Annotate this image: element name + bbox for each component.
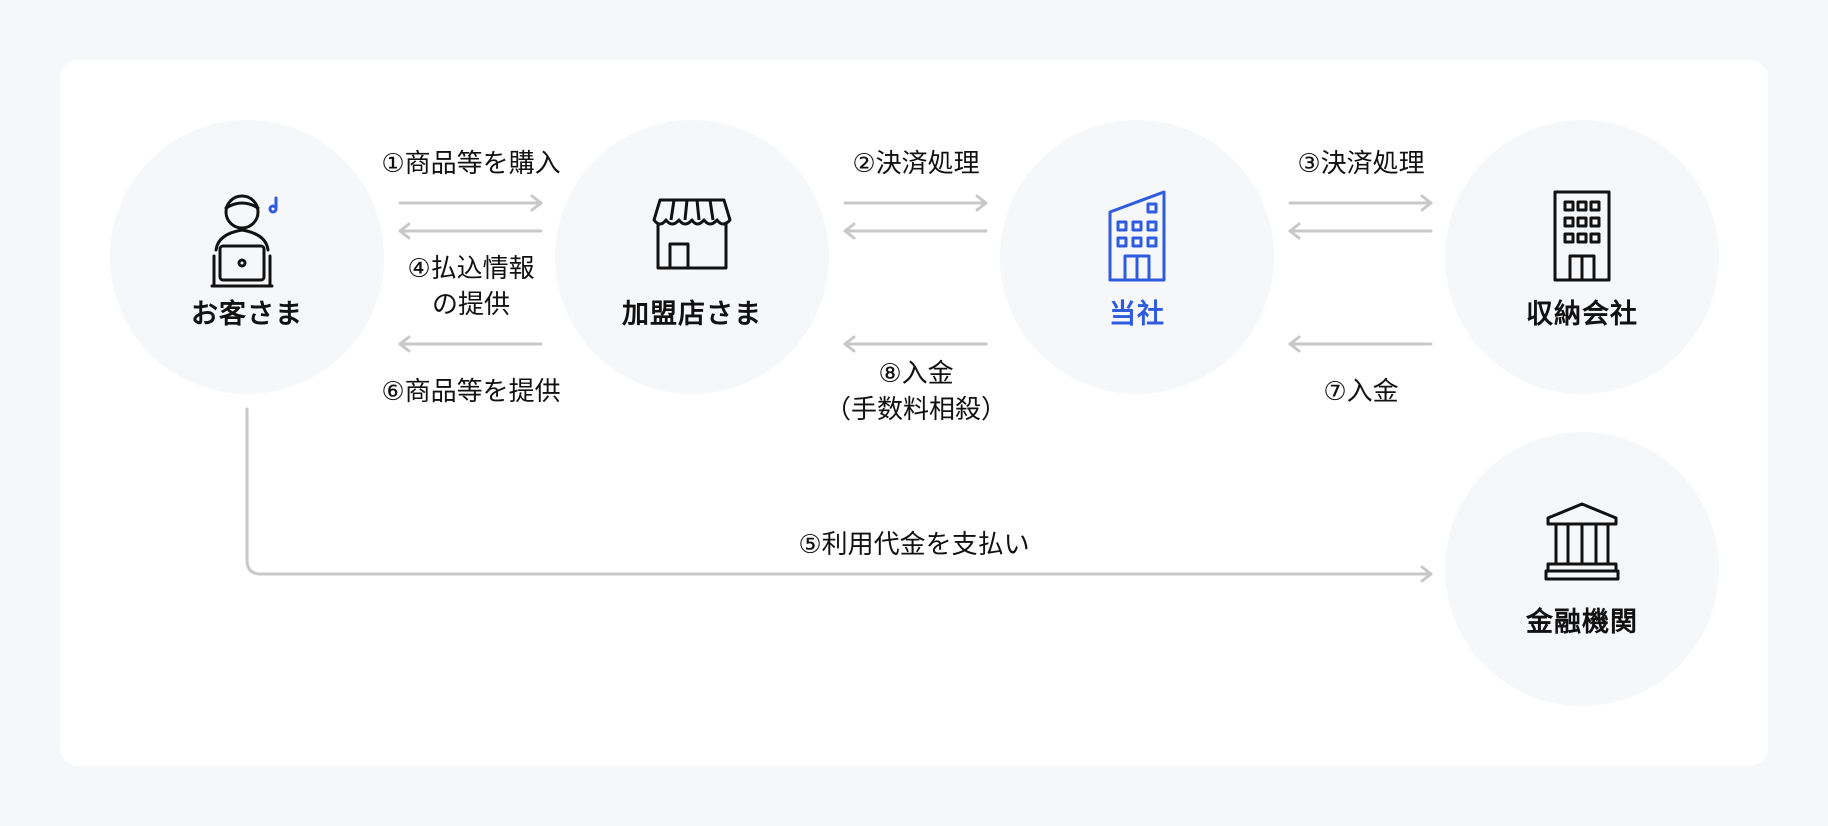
arrow-customer-to-merchant — [398, 194, 543, 212]
step-7-label: ⑦入金 — [1323, 377, 1399, 407]
step-6-label: ⑥商品等を提供 — [381, 377, 561, 407]
step-8-label-line1: ⑧入金 — [878, 359, 954, 389]
step-4-label-line1: ④払込情報 — [407, 254, 535, 284]
step-8-label-line2: （手数料相殺） — [824, 395, 1007, 425]
arrow-company-to-collector — [1288, 194, 1433, 212]
step-8-label: ⑧入金 （手数料相殺） — [810, 356, 1022, 428]
step-5-label: ⑤利用代金を支払い — [798, 530, 1030, 560]
arrow-merchant-to-customer — [398, 222, 543, 240]
step-1-label: ①商品等を購入 — [381, 149, 561, 179]
step-3-label: ③決済処理 — [1297, 149, 1425, 179]
arrow-company-to-merchant-deposit — [843, 335, 988, 353]
arrow-merchant-to-customer-goods — [398, 335, 543, 353]
arrow-collector-to-company — [1288, 222, 1433, 240]
arrow-collector-to-company-deposit — [1288, 335, 1433, 353]
step-4-label-line2: の提供 — [431, 290, 510, 320]
step-4-label: ④払込情報 の提供 — [380, 251, 562, 323]
step-2-label: ②決済処理 — [852, 149, 980, 179]
arrow-company-to-merchant — [843, 222, 988, 240]
arrow-merchant-to-company — [843, 194, 988, 212]
